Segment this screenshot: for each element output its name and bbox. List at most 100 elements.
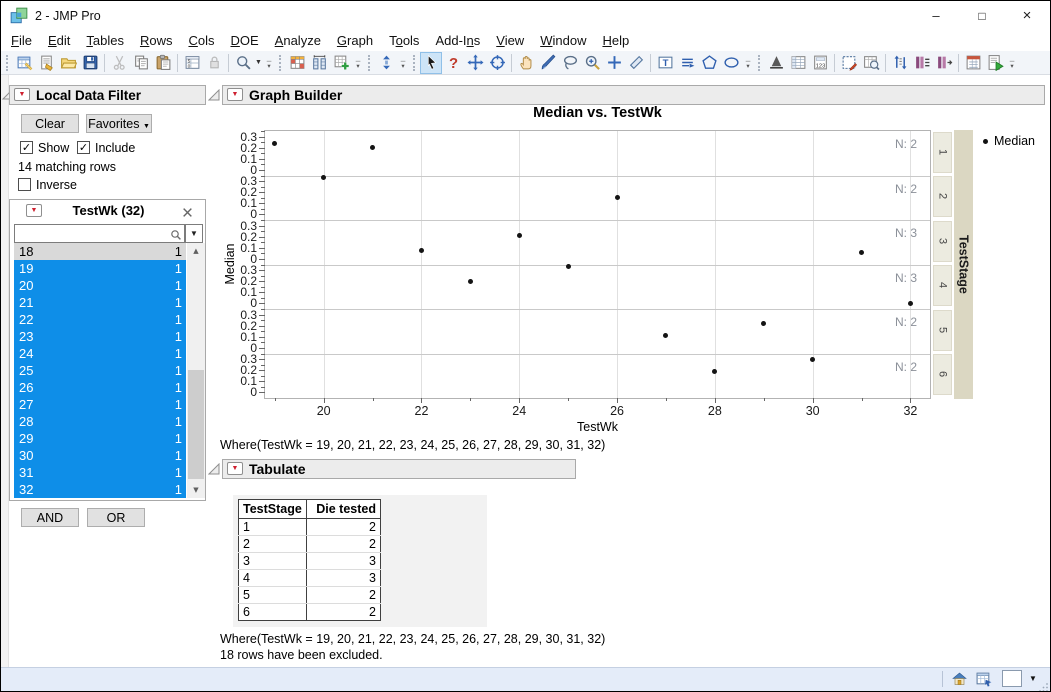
maximize-button[interactable]: □: [959, 1, 1005, 31]
formula-table-icon[interactable]: [962, 52, 984, 74]
new-data-table-icon[interactable]: [13, 52, 35, 74]
filter-value-row[interactable]: 32 1: [14, 481, 186, 498]
menu-doe[interactable]: DOE: [222, 31, 266, 51]
favorites-button[interactable]: Favorites ▼: [86, 114, 152, 133]
brush-tool-icon[interactable]: [537, 52, 559, 74]
menu-addins[interactable]: Add-Ins: [427, 31, 488, 51]
home-icon[interactable]: [951, 671, 968, 691]
toolbar-overflow-icon[interactable]: ─ ▾: [353, 58, 363, 73]
plot-area[interactable]: 20 22 24 26 28 30 32 0.3 0.2 0.1 0 N: 2 0.3 0.2 0.1 0 N:…: [240, 130, 931, 418]
filter-value-row[interactable]: 26 1: [14, 379, 186, 396]
stage-cell[interactable]: 3: [933, 220, 952, 262]
or-button[interactable]: OR: [87, 508, 145, 527]
filter-value-row[interactable]: 24 1: [14, 345, 186, 362]
zoom-tool-icon[interactable]: [581, 52, 603, 74]
edit-select-icon[interactable]: [838, 52, 860, 74]
toolbar-overflow-icon[interactable]: ─ ▾: [398, 58, 408, 73]
table-search-icon[interactable]: [860, 52, 882, 74]
status-dropdown-icon[interactable]: ▼: [1026, 670, 1040, 687]
move-tool-icon[interactable]: [464, 52, 486, 74]
menu-file[interactable]: File: [3, 31, 40, 51]
script-status-box[interactable]: [1002, 670, 1022, 687]
menu-tables[interactable]: Tables: [78, 31, 132, 51]
stage-cell[interactable]: 6: [933, 354, 952, 395]
toolbar-grip[interactable]: [368, 54, 371, 71]
filter-value-row[interactable]: 19 1: [14, 260, 186, 277]
show-checkbox[interactable]: ✓: [20, 141, 33, 154]
filter-value-row[interactable]: 30 1: [14, 447, 186, 464]
scroll-up-icon[interactable]: ▲: [187, 243, 205, 259]
graph-builder-collapse-icon[interactable]: [207, 88, 221, 107]
eraser-tool-icon[interactable]: [625, 52, 647, 74]
filter-scrollbar[interactable]: ▲ ▼: [187, 243, 205, 498]
inverse-checkbox[interactable]: [18, 178, 31, 191]
data-point[interactable]: [565, 264, 571, 270]
data-point[interactable]: [467, 278, 473, 284]
search-dropdown-icon[interactable]: ▼: [254, 59, 263, 66]
copy-icon[interactable]: [130, 52, 152, 74]
tabulate-collapse-icon[interactable]: [207, 462, 221, 481]
help-tool-icon[interactable]: ?: [442, 52, 464, 74]
run-script-icon[interactable]: [984, 52, 1006, 74]
oval-annotate-icon[interactable]: [720, 52, 742, 74]
hand-tool-icon[interactable]: [515, 52, 537, 74]
filter-value-row[interactable]: 28 1: [14, 413, 186, 430]
filter-search-input[interactable]: [14, 224, 185, 243]
menu-tools[interactable]: Tools: [381, 31, 427, 51]
filter-value-row[interactable]: 23 1: [14, 328, 186, 345]
toolbar-overflow-icon[interactable]: ─ ▾: [1007, 58, 1017, 73]
menu-window[interactable]: Window: [532, 31, 594, 51]
filter-value-row[interactable]: 29 1: [14, 430, 186, 447]
data-point[interactable]: [516, 233, 522, 239]
data-table-window-icon[interactable]: 50: [181, 52, 203, 74]
grid-list-icon[interactable]: [787, 52, 809, 74]
toolbar-grip[interactable]: [413, 54, 416, 71]
data-point[interactable]: [907, 300, 913, 306]
filter-red-triangle-icon[interactable]: ▼: [14, 88, 30, 101]
crosshair-tool-icon[interactable]: [603, 52, 625, 74]
scroll-down-icon[interactable]: ▼: [187, 482, 205, 498]
data-point[interactable]: [614, 195, 620, 201]
arrow-tool-icon[interactable]: [420, 51, 442, 74]
save-icon[interactable]: [79, 52, 101, 74]
split-columns-icon[interactable]: [933, 52, 955, 74]
data-point[interactable]: [418, 247, 424, 253]
stage-cell[interactable]: 2: [933, 176, 952, 217]
search-icon[interactable]: [232, 52, 254, 74]
polygon-annotate-icon[interactable]: [698, 52, 720, 74]
filter-value-row[interactable]: 20 1: [14, 277, 186, 294]
filter-value-row[interactable]: 18 1: [14, 243, 186, 260]
and-button[interactable]: AND: [21, 508, 79, 527]
search-dropdown-button[interactable]: ▼: [185, 224, 203, 243]
stage-cell[interactable]: 4: [933, 265, 952, 306]
join-columns-icon[interactable]: [911, 52, 933, 74]
filter-value-row[interactable]: 27 1: [14, 396, 186, 413]
text-annotate-icon[interactable]: T: [654, 52, 676, 74]
compare-columns-icon[interactable]: [308, 52, 330, 74]
graph-builder-red-triangle-icon[interactable]: ▼: [227, 88, 243, 101]
filter-value-row[interactable]: 25 1: [14, 362, 186, 379]
minimize-button[interactable]: –: [913, 1, 959, 31]
menu-rows[interactable]: Rows: [132, 31, 181, 51]
journal-icon[interactable]: [35, 52, 57, 74]
scrollbar-thumb[interactable]: [188, 370, 204, 479]
menu-analyze[interactable]: Analyze: [267, 31, 329, 51]
calculator-icon[interactable]: 123: [809, 52, 831, 74]
add-table-icon[interactable]: [330, 52, 352, 74]
data-point[interactable]: [859, 249, 865, 255]
stage-cell[interactable]: 5: [933, 309, 952, 351]
lasso-tool-icon[interactable]: [559, 52, 581, 74]
data-point[interactable]: [272, 140, 278, 146]
data-point[interactable]: [810, 356, 816, 362]
paste-icon[interactable]: [152, 52, 174, 74]
include-checkbox[interactable]: ✓: [77, 141, 90, 154]
data-point[interactable]: [370, 145, 376, 151]
navigate-icon[interactable]: [375, 52, 397, 74]
toolbar-overflow-icon[interactable]: ─ ▾: [743, 58, 753, 73]
stage-cell[interactable]: 1: [933, 131, 952, 173]
clear-button[interactable]: Clear: [21, 114, 79, 133]
data-point[interactable]: [761, 320, 767, 326]
close-button[interactable]: ×: [1004, 1, 1050, 31]
colored-table-icon[interactable]: [286, 52, 308, 74]
line-annotate-icon[interactable]: [676, 52, 698, 74]
